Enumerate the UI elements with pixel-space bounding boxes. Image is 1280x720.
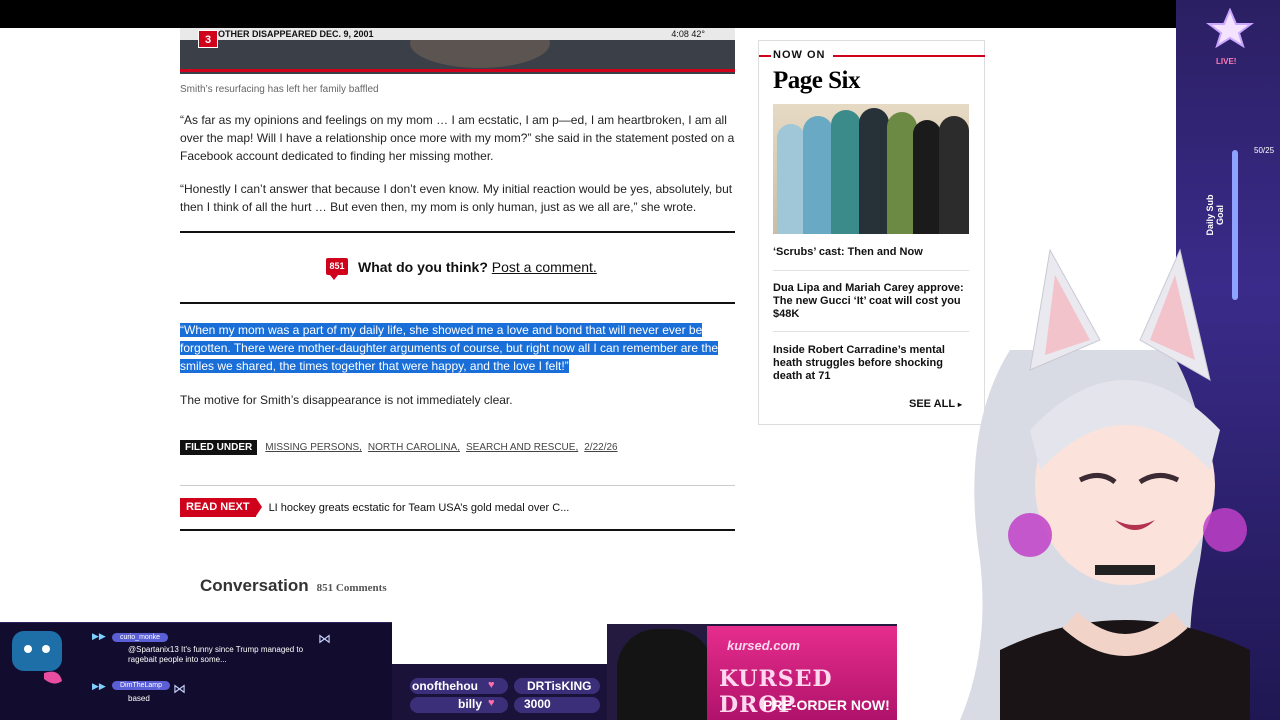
chat-username: curio_monke [112, 633, 169, 642]
merch-cta: PRE-ORDER NOW! [763, 697, 890, 713]
filed-under: FILED UNDER MISSING PERSONS, NORTH CAROL… [180, 440, 624, 455]
comment-count-icon[interactable]: 851 [326, 258, 348, 280]
live-indicator: LIVE! [1216, 57, 1237, 66]
video-red-line [180, 69, 735, 72]
tag-link[interactable]: 2/22/26 [584, 442, 617, 453]
article-paragraph: The motive for Smith’s disappearance is … [180, 393, 513, 407]
chat-message: @Spartanix13 It's funny since Trump mana… [128, 645, 304, 664]
leaderboard-value: DRTisKING [527, 679, 592, 693]
ticker-headline: OTHER DISAPPEARED DEC. 9, 2001 [218, 29, 374, 39]
comment-prompt: What do you think? [358, 258, 488, 275]
highlighted-quote[interactable]: “When my mom was a part of my daily life… [180, 321, 735, 375]
page-six-logo[interactable]: Page Six [773, 67, 860, 95]
tag-link[interactable]: MISSING PERSONS, [265, 442, 362, 453]
comment-prompt-row: 851 What do you think? Post a comment. [326, 258, 597, 280]
selected-text: “When my mom was a part of my daily life… [180, 323, 719, 373]
leaderboard-name: onofthehou [412, 679, 478, 693]
article-video[interactable]: OTHER DISAPPEARED DEC. 9, 2001 4:08 42° … [180, 28, 735, 74]
bow-icon: ⋈ [173, 681, 186, 696]
top-black-bar [0, 0, 1280, 28]
conversation-header: Conversation 851 Comments [200, 576, 387, 596]
chat-username: DimTheLamp [112, 681, 171, 690]
read-next-title[interactable]: LI hockey greats ecstatic for Team USA’s… [269, 502, 570, 514]
bow-icon: ⋈ [318, 631, 331, 646]
cat-mascot-icon [12, 631, 62, 684]
play-icon: ▶▶ [92, 681, 106, 691]
divider [180, 529, 735, 531]
now-on-label: NOW ON [773, 49, 826, 61]
divider [180, 485, 735, 486]
leaderboard-value: 3000 [524, 697, 551, 711]
divider [180, 302, 735, 304]
merch-promo[interactable]: kursed.com KURSED DROP PRE-ORDER NOW! [607, 624, 897, 720]
hoodie-image [617, 629, 713, 720]
article-paragraph: “As far as my opinions and feelings on m… [180, 113, 735, 163]
read-next[interactable]: READ NEXT LI hockey greats ecstatic for … [180, 498, 569, 517]
divider [180, 231, 735, 233]
play-icon: ▶▶ [92, 631, 106, 641]
tag-link[interactable]: NORTH CAROLINA, [368, 442, 460, 453]
video-ticker: OTHER DISAPPEARED DEC. 9, 2001 4:08 42° [180, 28, 735, 40]
vtuber-avatar [960, 248, 1250, 720]
leaderboard-name: billy [458, 697, 483, 711]
filed-under-label: FILED UNDER [180, 440, 258, 455]
conversation-title: Conversation [200, 576, 309, 595]
ticker-time-temp: 4:08 42° [671, 29, 705, 39]
image-caption: Smith’s resurfacing has left her family … [180, 84, 379, 95]
sub-goal-count: 50/25 [1254, 146, 1275, 155]
heart-icon: ♥ [488, 679, 495, 691]
channel-badge: 3 [198, 30, 218, 48]
chat-message: based [128, 694, 150, 703]
post-comment-link[interactable]: Post a comment. [492, 259, 597, 275]
heart-icon: ♥ [488, 697, 495, 709]
star-icon [1206, 8, 1254, 48]
article-paragraph: “Honestly I can’t answer that because I … [180, 182, 733, 214]
stream-chat: curio_monke @Spartanix13 It's funny sinc… [0, 622, 392, 720]
read-next-label: READ NEXT [180, 498, 262, 517]
scrubs-cast-photo[interactable] [773, 104, 969, 234]
merch-brand: kursed.com [727, 638, 800, 653]
tag-link[interactable]: SEARCH AND RESCUE, [466, 442, 578, 453]
conversation-count: 851 Comments [316, 582, 387, 594]
leaderboard-bar: onofthehou ♥ DRTisKING billy ♥ 3000 [392, 664, 607, 720]
